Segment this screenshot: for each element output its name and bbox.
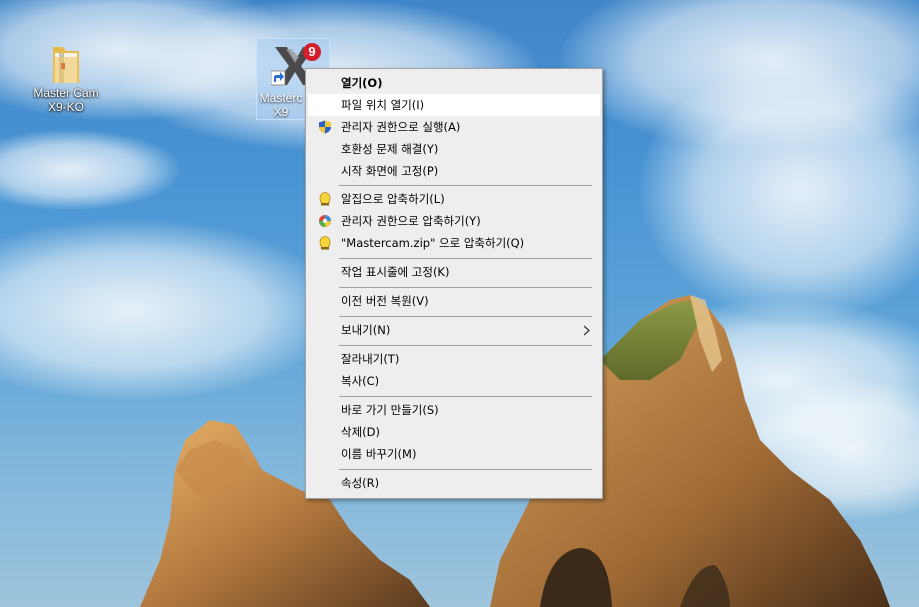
menu-item-label: "Mastercam.zip" 으로 압축하기(Q) bbox=[341, 236, 525, 250]
menu-item-copy[interactable]: 복사(C) bbox=[308, 370, 600, 392]
alzip-icon bbox=[319, 236, 331, 250]
menu-item-compress-to-zip[interactable]: "Mastercam.zip" 으로 압축하기(Q) bbox=[308, 232, 600, 254]
menu-item-properties[interactable]: 속성(R) bbox=[308, 472, 600, 494]
submenu-chevron-icon bbox=[583, 325, 590, 336]
menu-item-label: 작업 표시줄에 고정(K) bbox=[341, 265, 450, 279]
menu-item-label: 이전 버전 복원(V) bbox=[341, 294, 429, 308]
desktop-icon-label: Master Cam bbox=[33, 86, 99, 100]
menu-item-rename[interactable]: 이름 바꾸기(M) bbox=[308, 443, 600, 465]
menu-item-label: 삭제(D) bbox=[341, 425, 380, 439]
menu-item-label: 속성(R) bbox=[341, 476, 380, 490]
desktop-icon-label: Masterc X9 bbox=[259, 91, 303, 119]
menu-item-open[interactable]: 열기(O) bbox=[308, 72, 600, 94]
menu-item-pin-to-taskbar[interactable]: 작업 표시줄에 고정(K) bbox=[308, 261, 600, 283]
folder-icon bbox=[49, 43, 83, 83]
alzip-admin-icon bbox=[319, 215, 331, 227]
menu-item-create-shortcut[interactable]: 바로 가기 만들기(S) bbox=[308, 399, 600, 421]
menu-separator bbox=[339, 287, 592, 288]
context-menu: 열기(O) 파일 위치 열기(I) 관리자 권한으로 실행(A) 호환성 문제 … bbox=[305, 68, 603, 499]
menu-separator bbox=[339, 316, 592, 317]
menu-separator bbox=[339, 469, 592, 470]
desktop-background: Master Cam X9-KO 9 Masterc X9 열기(O) 파일 위… bbox=[0, 0, 919, 607]
menu-separator bbox=[339, 258, 592, 259]
menu-item-label: 보내기(N) bbox=[341, 323, 391, 337]
menu-separator bbox=[339, 345, 592, 346]
menu-item-label: 파일 위치 열기(I) bbox=[341, 98, 425, 112]
menu-item-label: 열기(O) bbox=[341, 76, 383, 90]
menu-item-open-file-location[interactable]: 파일 위치 열기(I) bbox=[308, 94, 600, 116]
uac-shield-icon bbox=[319, 120, 331, 134]
menu-item-label: 바로 가기 만들기(S) bbox=[341, 403, 439, 417]
menu-item-label: 관리자 권한으로 실행(A) bbox=[341, 120, 461, 134]
menu-item-run-as-admin[interactable]: 관리자 권한으로 실행(A) bbox=[308, 116, 600, 138]
alzip-icon bbox=[319, 192, 331, 206]
desktop-icon-mastercam-ko-folder[interactable]: Master Cam X9-KO bbox=[28, 43, 104, 114]
menu-item-delete[interactable]: 삭제(D) bbox=[308, 421, 600, 443]
menu-item-pin-to-start[interactable]: 시작 화면에 고정(P) bbox=[308, 160, 600, 182]
menu-item-label: 복사(C) bbox=[341, 374, 380, 388]
menu-item-cut[interactable]: 잘라내기(T) bbox=[308, 348, 600, 370]
menu-item-label: 잘라내기(T) bbox=[341, 352, 400, 366]
svg-text:9: 9 bbox=[308, 44, 315, 59]
menu-item-alzip-compress[interactable]: 알집으로 압축하기(L) bbox=[308, 188, 600, 210]
menu-separator bbox=[339, 185, 592, 186]
menu-item-label: 시작 화면에 고정(P) bbox=[341, 164, 439, 178]
menu-separator bbox=[339, 396, 592, 397]
menu-item-label: 이름 바꾸기(M) bbox=[341, 447, 417, 461]
menu-item-label: 알집으로 압축하기(L) bbox=[341, 192, 445, 206]
menu-item-label: 호환성 문제 해결(Y) bbox=[341, 142, 439, 156]
menu-item-alzip-admin-compress[interactable]: 관리자 권한으로 압축하기(Y) bbox=[308, 210, 600, 232]
menu-item-label: 관리자 권한으로 압축하기(Y) bbox=[341, 214, 481, 228]
menu-item-restore-previous-versions[interactable]: 이전 버전 복원(V) bbox=[308, 290, 600, 312]
menu-item-troubleshoot-compatibility[interactable]: 호환성 문제 해결(Y) bbox=[308, 138, 600, 160]
menu-item-send-to[interactable]: 보내기(N) bbox=[308, 319, 600, 341]
desktop-icon-label: X9-KO bbox=[47, 100, 84, 114]
